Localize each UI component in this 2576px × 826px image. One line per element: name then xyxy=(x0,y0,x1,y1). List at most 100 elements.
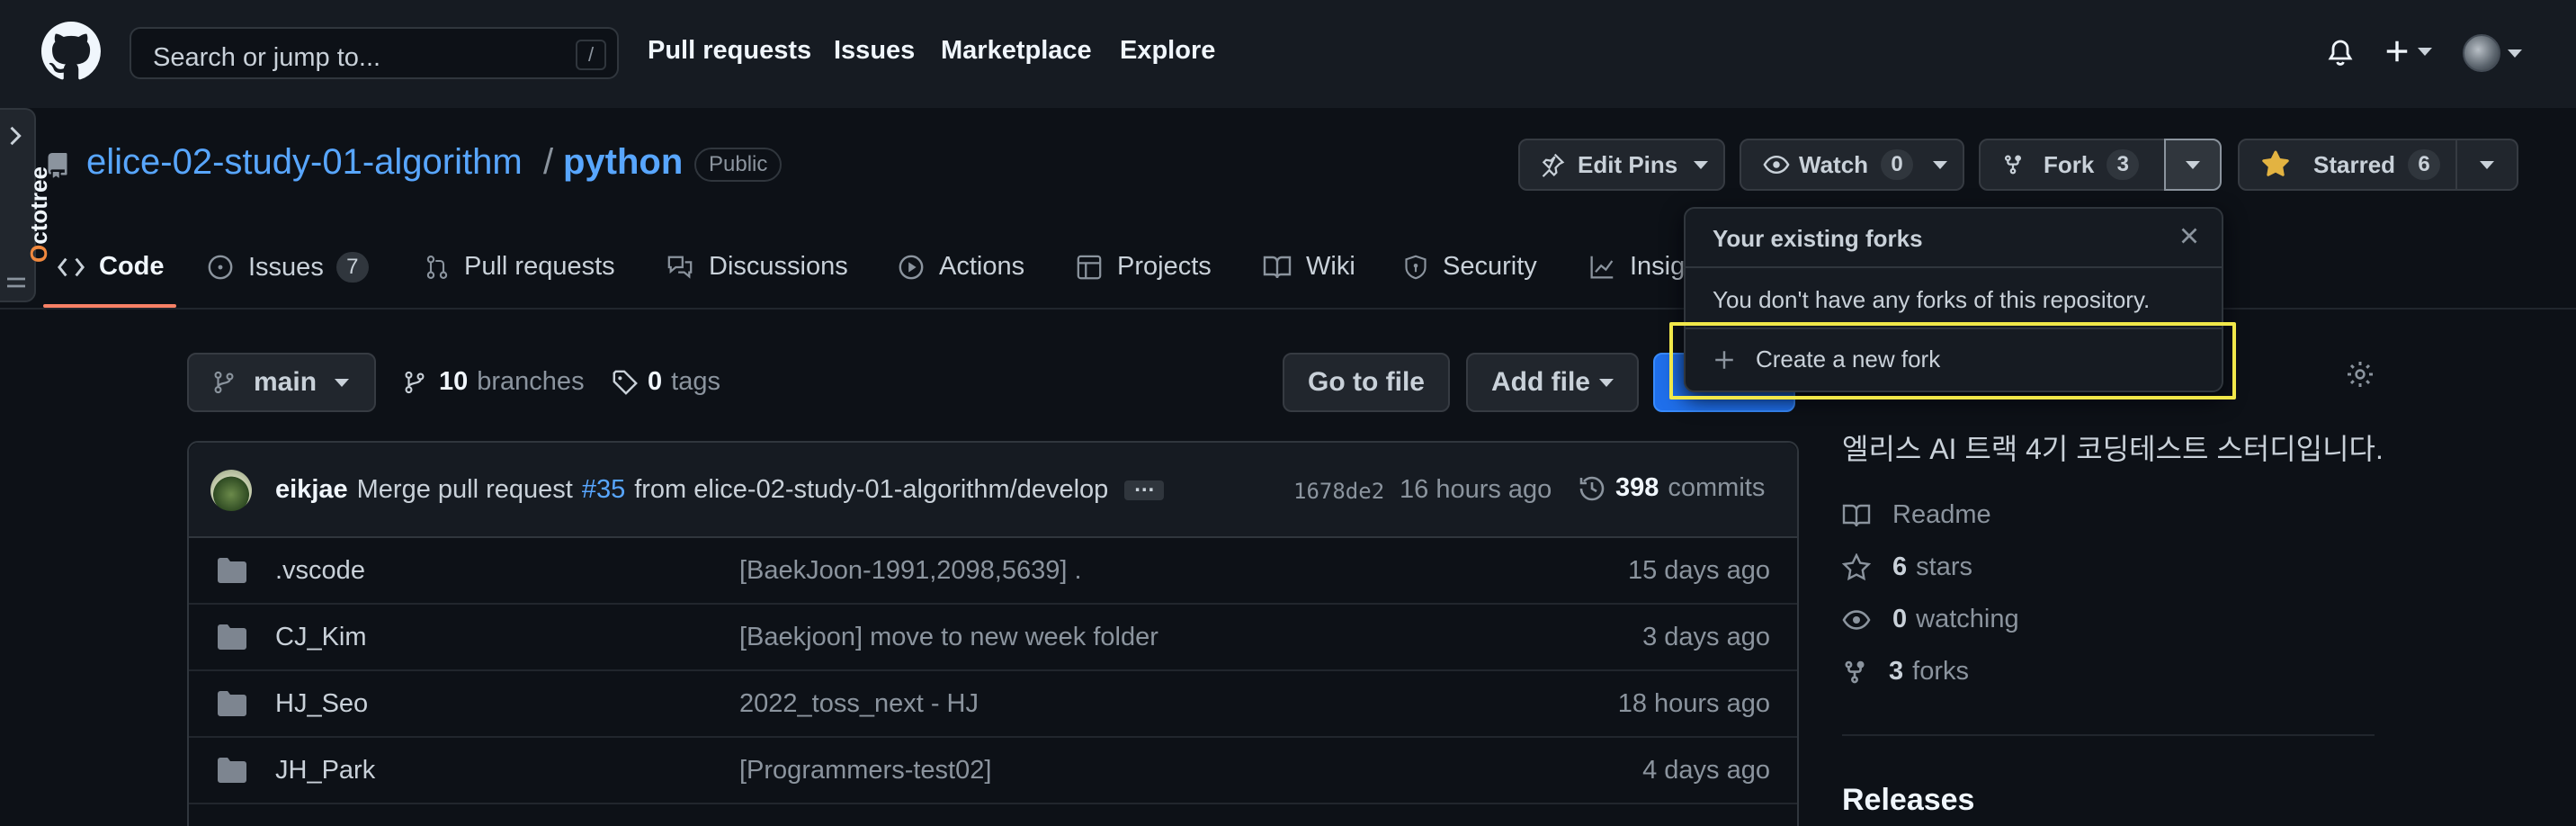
tab-projects[interactable]: Projects xyxy=(1076,252,1212,282)
commits-history-link[interactable]: 398 commits xyxy=(1578,473,1765,503)
file-commit-message-link[interactable]: [BaekJoon-1991,2098,5639] . xyxy=(739,556,1082,586)
eye-icon xyxy=(1763,155,1790,175)
watchers-link[interactable]: 0 watching xyxy=(1842,605,2019,634)
file-commit-age: 3 days ago xyxy=(1642,623,1770,651)
file-commit-message-link[interactable]: [Baekjoon] move to new week folder xyxy=(739,623,1158,652)
repo-owner-link[interactable]: elice-02-study-01-algorithm xyxy=(86,142,523,183)
github-logo-icon[interactable] xyxy=(41,22,101,81)
fork-button[interactable]: Fork 3 xyxy=(1979,139,2166,191)
tab-pull-requests[interactable]: Pull requests xyxy=(425,252,615,282)
tab-code[interactable]: Code xyxy=(58,252,165,282)
file-commit-age: 4 days ago xyxy=(1642,756,1770,785)
file-name-link[interactable]: JH_Park xyxy=(275,756,375,786)
folder-icon xyxy=(218,624,246,650)
tab-insights-label: Insig xyxy=(1630,252,1686,281)
tab-issues[interactable]: Issues 7 xyxy=(207,252,369,283)
readme-link[interactable]: Readme xyxy=(1842,500,1991,530)
graph-icon xyxy=(1590,256,1614,279)
branches-label: branches xyxy=(477,367,585,396)
edit-pins-label: Edit Pins xyxy=(1578,150,1678,178)
nav-explore[interactable]: Explore xyxy=(1120,36,1215,66)
create-new-icon[interactable] xyxy=(2384,38,2432,65)
book-icon xyxy=(1263,256,1292,278)
stars-link[interactable]: 6 stars xyxy=(1842,552,1972,582)
commit-author-link[interactable]: eikjae xyxy=(275,475,348,505)
issues-count: 7 xyxy=(335,252,369,283)
go-to-file-label: Go to file xyxy=(1308,367,1425,397)
table-row[interactable]: CJ_Kim [Baekjoon] move to new week folde… xyxy=(189,605,1797,671)
watching-count: 0 xyxy=(1892,605,1908,633)
fork-count: 3 xyxy=(2106,149,2140,180)
expand-commit-button[interactable]: … xyxy=(1124,473,1165,500)
tags-label: tags xyxy=(671,367,720,396)
table-row[interactable]: .vscode [BaekJoon-1991,2098,5639] . 15 d… xyxy=(189,538,1797,605)
watch-button[interactable]: Watch 0 xyxy=(1740,139,1964,191)
nav-pull-requests[interactable]: Pull requests xyxy=(648,36,811,66)
file-commit-message-link[interactable]: [Programmers-test02] xyxy=(739,756,991,786)
tab-security[interactable]: Security xyxy=(1403,252,1537,282)
global-header: Search or jump to... / Pull requests Iss… xyxy=(0,0,2576,108)
star-filled-icon xyxy=(2262,150,2289,176)
forks-link[interactable]: 3 forks xyxy=(1842,657,1969,687)
play-icon xyxy=(899,255,924,279)
repo-name-link[interactable]: python xyxy=(563,142,683,183)
branch-selector-button[interactable]: main xyxy=(187,353,376,412)
tab-actions[interactable]: Actions xyxy=(898,252,1024,282)
current-branch-label: main xyxy=(254,367,318,397)
tab-discussions-label: Discussions xyxy=(709,252,848,281)
latest-commit-bar: eikjae Merge pull request #35 from elice… xyxy=(189,443,1797,538)
fork-icon xyxy=(1845,660,1865,683)
gear-icon[interactable] xyxy=(2346,360,2375,389)
commit-sha-link[interactable]: 1678de2 xyxy=(1293,479,1384,504)
comment-discussion-icon xyxy=(667,256,693,279)
star-list-dropdown-button[interactable] xyxy=(2455,139,2518,191)
edit-pins-button[interactable]: Edit Pins xyxy=(1518,139,1725,191)
search-placeholder: Search or jump to... xyxy=(153,43,381,72)
fork-menu-title: Your existing forks xyxy=(1713,225,1923,252)
chevron-down-icon xyxy=(2186,160,2200,169)
stars-count: 6 xyxy=(1892,552,1908,581)
nav-issues[interactable]: Issues xyxy=(834,36,915,66)
tab-wiki[interactable]: Wiki xyxy=(1263,252,1355,282)
go-to-file-button[interactable]: Go to file xyxy=(1283,353,1450,412)
starred-button[interactable]: Starred 6 xyxy=(2238,139,2457,191)
menu-divider xyxy=(1686,266,2222,268)
nav-marketplace[interactable]: Marketplace xyxy=(941,36,1092,66)
close-icon[interactable] xyxy=(2178,225,2200,247)
stars-label: stars xyxy=(1916,552,1972,581)
pr-link[interactable]: #35 xyxy=(582,475,625,505)
avatar[interactable] xyxy=(210,470,252,511)
fork-icon xyxy=(2005,155,2021,175)
table-row[interactable]: JH_Park [Programmers-test02] 4 days ago xyxy=(189,738,1797,804)
tab-insights[interactable]: Insig xyxy=(1588,252,1685,282)
tab-projects-label: Projects xyxy=(1117,252,1212,281)
folder-icon xyxy=(218,558,246,583)
commit-message-prefix[interactable]: Merge pull request xyxy=(357,475,573,505)
table-row[interactable]: HJ_Seo 2022_toss_next - HJ 18 hours ago xyxy=(189,671,1797,738)
file-name-link[interactable]: CJ_Kim xyxy=(275,623,367,652)
highlight-box xyxy=(1669,322,2236,400)
starred-label: Starred xyxy=(2313,150,2396,178)
file-name-link[interactable]: HJ_Seo xyxy=(275,689,368,719)
add-file-button[interactable]: Add file xyxy=(1466,353,1639,412)
branches-link[interactable]: 10 branches xyxy=(403,367,585,397)
tab-actions-label: Actions xyxy=(939,252,1025,281)
bell-icon[interactable] xyxy=(2326,38,2355,68)
watching-label: watching xyxy=(1916,605,2019,633)
tags-link[interactable]: 0 tags xyxy=(612,367,720,397)
tab-code-label: Code xyxy=(99,252,165,281)
user-avatar-menu[interactable] xyxy=(2463,34,2522,72)
search-input[interactable]: Search or jump to... / xyxy=(130,27,619,79)
commit-message-suffix[interactable]: from elice-02-study-01-algorithm/develop xyxy=(634,475,1108,505)
branches-count: 10 xyxy=(439,367,469,396)
file-browser: eikjae Merge pull request #35 from elice… xyxy=(187,441,1799,826)
eye-icon xyxy=(1842,609,1871,630)
issue-opened-icon xyxy=(208,255,233,280)
file-name-link[interactable]: .vscode xyxy=(275,556,365,586)
file-commit-age: 15 days ago xyxy=(1627,556,1770,585)
tab-discussions[interactable]: Discussions xyxy=(666,252,848,282)
releases-heading[interactable]: Releases xyxy=(1842,783,1974,818)
fork-dropdown-button[interactable] xyxy=(2164,139,2222,191)
file-commit-message-link[interactable]: 2022_toss_next - HJ xyxy=(739,689,979,719)
tag-icon xyxy=(613,370,638,395)
